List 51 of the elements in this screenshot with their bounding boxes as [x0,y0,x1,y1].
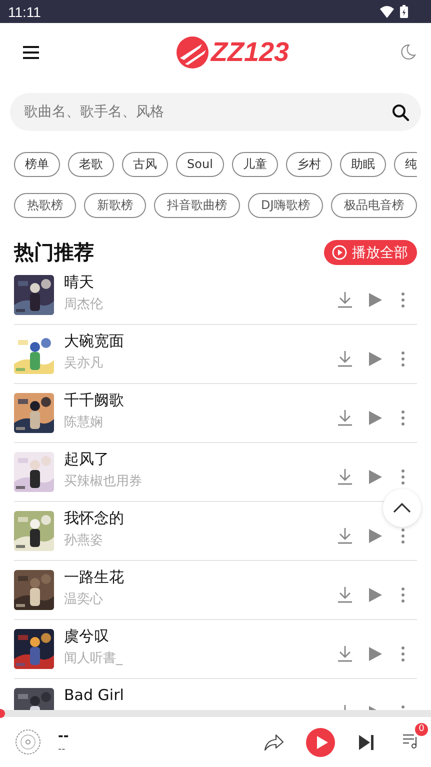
battery-icon [400,5,408,18]
progress-track[interactable] [0,710,431,717]
search-icon[interactable] [392,104,409,121]
count-badge: 0 [415,722,428,736]
share-icon[interactable] [264,734,284,750]
artist-name: 温奕心 [64,591,104,608]
playlist-icon[interactable] [402,732,419,748]
artist-name: 陈慧娴 [64,414,104,431]
song-title: 我怀念的 [64,509,125,528]
track-title: -- [58,729,70,744]
wifi-icon [380,6,394,18]
play-circle-icon [332,245,347,260]
tag-chip[interactable]: 纯 [394,152,417,177]
search-field[interactable]: 歌曲名、歌手名、风格 [10,93,421,131]
song-title: 虞兮叹 [64,627,110,646]
logo-text: ZZ123 [210,36,290,68]
clock: 11:11 [8,4,41,20]
song-title: 起风了 [64,450,110,469]
scroll-top-button[interactable] [383,489,421,527]
moon-icon[interactable] [400,44,416,60]
logo-icon [176,36,209,68]
song-title: 晴天 [64,273,95,292]
disc-icon [15,729,41,755]
section-title: 热门推荐 [14,239,94,266]
tag-chip[interactable]: 乡村 [286,152,332,177]
chevron-up-icon [393,503,411,513]
tag-chip[interactable]: 抖音歌曲榜 [154,193,240,218]
tag-chip[interactable]: 儿童 [232,152,278,177]
artist-name: 买辣椒也用券 [64,473,143,490]
skip-next-icon[interactable] [359,734,374,750]
track-artist: -- [58,744,66,755]
song-title: 大碗宽面 [64,332,125,351]
tag-chip[interactable]: 老歌 [68,152,114,177]
menu-icon[interactable] [23,46,39,58]
song-title: 千千阙歌 [64,391,125,410]
artist-name: 周杰伦 [64,296,104,313]
artist-name: 孙燕姿 [64,532,104,549]
song-title: Bad Girl [64,686,125,704]
tag-chip[interactable]: Soul [176,152,224,177]
song-title: 一路生花 [64,568,125,587]
play-button[interactable] [306,728,335,756]
tag-chip[interactable]: 极品电音榜 [330,193,417,218]
tag-chip[interactable]: 助眠 [340,152,386,177]
tag-chip[interactable]: DJ嗨歌榜 [248,193,323,218]
tag-chip[interactable]: 新歌榜 [84,193,146,218]
tag-chip[interactable]: 榜单 [14,152,60,177]
artist-name: 闻人听書_ [64,650,124,667]
tag-chip[interactable]: 热歌榜 [14,193,76,218]
tag-chip[interactable]: 古风 [122,152,168,177]
play-all-button[interactable]: 播放全部 [324,240,417,265]
artist-name: 吴亦凡 [64,355,104,372]
